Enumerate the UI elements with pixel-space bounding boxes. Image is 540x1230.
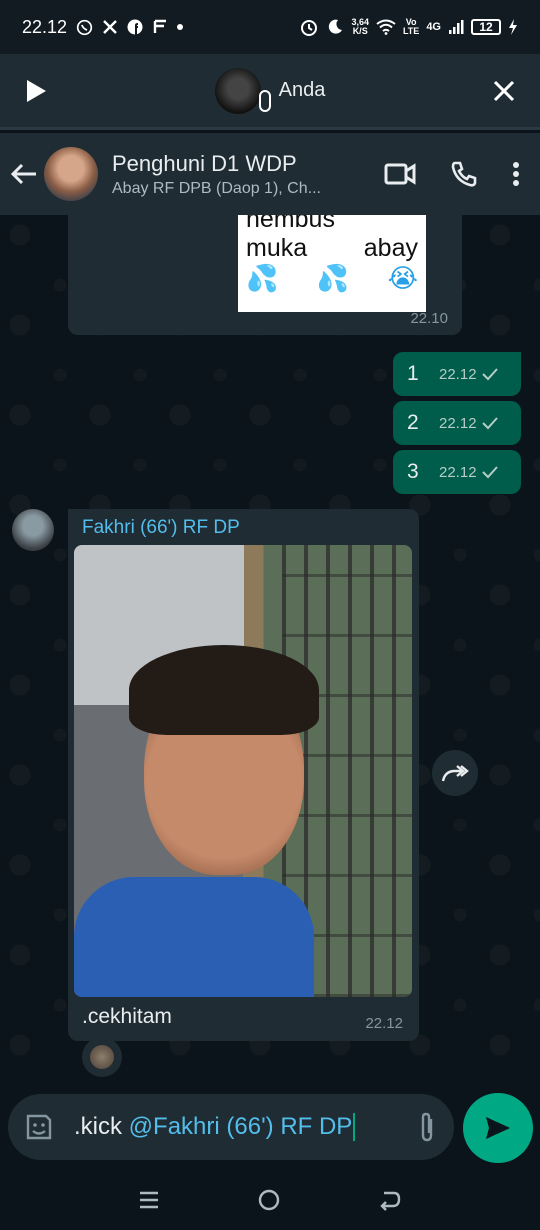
voice-chat-avatar — [214, 67, 271, 114]
text-cursor — [353, 1113, 356, 1142]
flip-icon — [153, 19, 167, 33]
reaction-emoji-icon — [90, 1045, 114, 1069]
mention-chip: @Fakhri (66') RF DP — [128, 1112, 353, 1140]
close-icon[interactable] — [492, 79, 516, 103]
chat-subtitle: Abay RF DPB (Daop 1), Ch... — [112, 179, 321, 197]
charging-icon — [509, 19, 517, 35]
alarm-icon — [301, 20, 318, 36]
forward-button[interactable] — [432, 750, 478, 796]
play-icon[interactable] — [24, 78, 48, 104]
send-button[interactable] — [463, 1093, 533, 1163]
voice-chat-bar: Anda — [0, 54, 540, 130]
group-avatar[interactable] — [44, 147, 98, 201]
system-nav-bar — [0, 1170, 540, 1230]
x-icon — [103, 20, 117, 34]
voice-chat-info[interactable]: Anda — [48, 67, 492, 114]
sender-name[interactable]: Fakhri (66') RF DP — [82, 517, 240, 539]
photo-image[interactable] — [74, 545, 412, 997]
mic-icon — [258, 89, 271, 112]
wifi-icon — [376, 19, 396, 35]
send-icon — [486, 1117, 510, 1139]
sticker-image: nembus muka abay 💦 💦 😭 — [238, 215, 426, 312]
read-tick-icon — [481, 368, 498, 381]
reaction-badge[interactable] — [82, 1037, 122, 1077]
battery-indicator: 12 — [471, 19, 501, 35]
message-list[interactable]: nembus muka abay 💦 💦 😭 22.10 1 22.12 2 22.1… — [0, 215, 540, 1085]
message-input[interactable]: .kick @Fakhri (66') RF DP — [74, 1113, 416, 1142]
back-arrow-icon[interactable] — [10, 162, 38, 186]
video-call-icon[interactable] — [384, 162, 416, 186]
chat-header: Penghuni D1 WDP Abay RF DPB (Daop 1), Ch… — [0, 133, 540, 215]
home-icon[interactable] — [257, 1188, 281, 1212]
phone-icon[interactable] — [450, 160, 478, 188]
network-speed: 3,64 K/S — [351, 17, 369, 36]
outgoing-message[interactable]: 3 22.12 — [393, 450, 521, 494]
more-vert-icon[interactable] — [512, 161, 520, 187]
forward-icon — [441, 765, 469, 782]
read-tick-icon — [481, 417, 498, 430]
message-input-bar: .kick @Fakhri (66') RF DP — [8, 1094, 454, 1160]
sender-avatar[interactable] — [12, 509, 54, 551]
status-time: 22.12 — [22, 16, 68, 37]
notification-dot-icon — [177, 24, 184, 30]
sticker-icon[interactable] — [24, 1112, 54, 1142]
chat-title-area[interactable]: Penghuni D1 WDP Abay RF DPB (Daop 1), Ch… — [112, 151, 384, 198]
whatsapp-icon — [76, 19, 93, 35]
moon-icon — [329, 19, 343, 34]
outgoing-message[interactable]: 1 22.12 — [393, 352, 521, 396]
status-bar: 22.12 3,64 K/S Vo LTE 4G 12 — [0, 0, 540, 54]
sticker-message[interactable]: nembus muka abay 💦 💦 😭 22.10 — [68, 215, 462, 335]
recents-icon[interactable] — [138, 1190, 160, 1210]
chat-title: Penghuni D1 WDP — [112, 150, 297, 176]
facebook-icon — [127, 19, 143, 35]
network-type: 4G — [426, 20, 441, 33]
message-time: 22.12 — [365, 1015, 403, 1032]
outgoing-message[interactable]: 2 22.12 — [393, 401, 521, 445]
signal-icon — [449, 20, 464, 34]
caption-text: .cekhitam — [82, 1005, 172, 1028]
back-icon[interactable] — [378, 1189, 402, 1211]
volte-indicator: Vo LTE — [402, 17, 420, 36]
paperclip-icon[interactable] — [416, 1111, 438, 1143]
voice-chat-name: Anda — [278, 79, 326, 101]
read-tick-icon — [481, 466, 498, 479]
message-time: 22.10 — [410, 310, 448, 327]
